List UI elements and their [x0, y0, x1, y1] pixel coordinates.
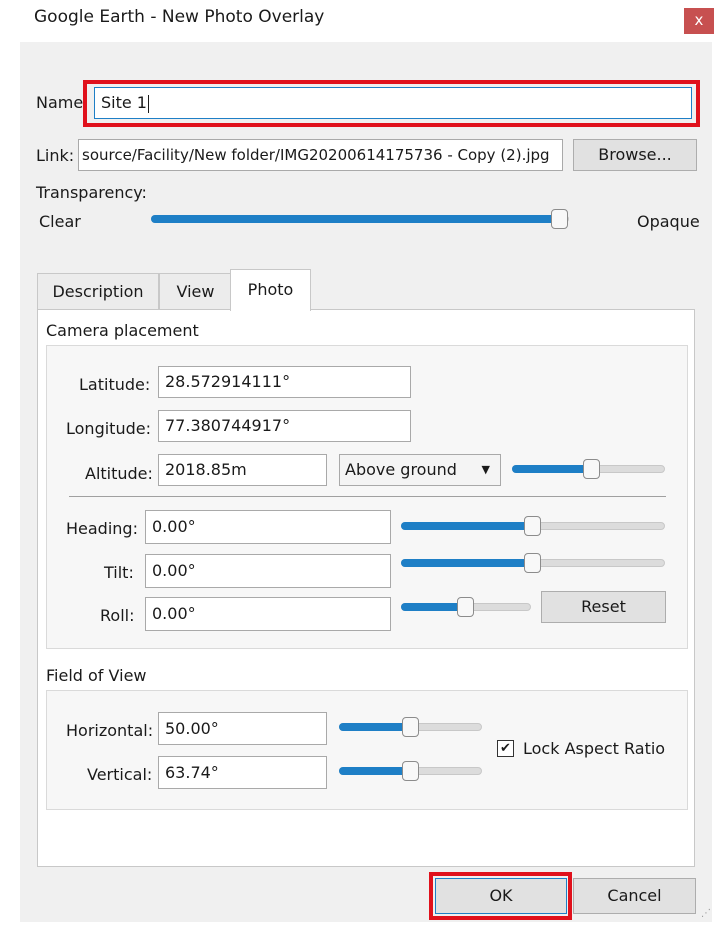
heading-slider[interactable] [401, 516, 665, 536]
heading-label: Heading: [66, 519, 138, 538]
lock-aspect-label: Lock Aspect Ratio [523, 739, 666, 758]
horizontal-slider-thumb[interactable] [402, 717, 419, 737]
link-label: Link: [36, 146, 75, 165]
latitude-input[interactable]: 28.572914111° [158, 366, 411, 398]
chevron-down-icon: ▼ [481, 463, 490, 476]
altitude-mode-value: Above ground [345, 460, 457, 479]
vertical-input[interactable]: 63.74° [158, 756, 327, 789]
tilt-slider[interactable] [401, 553, 665, 573]
link-input-value: source/Facility/New folder/IMG2020061417… [82, 146, 550, 164]
browse-button[interactable]: Browse... [573, 139, 697, 171]
tilt-slider-thumb[interactable] [524, 553, 541, 573]
horizontal-slider-fill [339, 723, 410, 731]
horizontal-slider[interactable] [339, 717, 482, 737]
heading-slider-fill [401, 522, 532, 530]
altitude-mode-select[interactable]: Above ground ▼ [339, 454, 501, 486]
transparency-opaque-label: Opaque [637, 212, 700, 231]
cancel-button[interactable]: Cancel [573, 878, 696, 914]
altitude-slider-fill [512, 465, 591, 473]
close-icon: x [694, 11, 704, 29]
vertical-slider-thumb[interactable] [402, 761, 419, 781]
lock-aspect-checkbox[interactable]: ✔ [497, 740, 514, 757]
reset-button[interactable]: Reset [541, 591, 666, 623]
ok-highlight-box [429, 872, 572, 920]
name-label: Name: [36, 93, 89, 112]
camera-placement-heading: Camera placement [46, 321, 199, 340]
tilt-slider-fill [401, 559, 532, 567]
tab-photo[interactable]: Photo [230, 269, 311, 311]
heading-input[interactable]: 0.00° [145, 510, 391, 544]
link-input[interactable]: source/Facility/New folder/IMG2020061417… [78, 139, 563, 171]
window-title: Google Earth - New Photo Overlay [34, 7, 325, 27]
roll-label: Roll: [100, 606, 135, 625]
section-divider [69, 496, 666, 497]
horizontal-label: Horizontal: [66, 721, 154, 740]
resize-grip-icon[interactable]: ⋰ [701, 908, 711, 919]
close-button[interactable]: x [684, 8, 714, 34]
photo-overlay-dialog: Google Earth - New Photo Overlay x Name:… [20, 0, 714, 926]
vertical-label: Vertical: [87, 765, 153, 784]
transparency-slider-fill [151, 215, 559, 223]
roll-slider-fill [401, 603, 465, 611]
altitude-slider[interactable] [512, 459, 665, 479]
tilt-input[interactable]: 0.00° [145, 554, 391, 588]
transparency-label: Transparency: [36, 183, 147, 202]
transparency-clear-label: Clear [39, 212, 81, 231]
altitude-label: Altitude: [85, 464, 153, 483]
altitude-slider-thumb[interactable] [583, 459, 600, 479]
roll-slider[interactable] [401, 597, 531, 617]
field-of-view-heading: Field of View [46, 666, 147, 685]
vertical-slider-fill [339, 767, 410, 775]
camera-placement-group: Latitude: 28.572914111° Longitude: 77.38… [46, 345, 688, 649]
name-highlight-box [83, 80, 700, 127]
latitude-label: Latitude: [79, 375, 151, 394]
longitude-label: Longitude: [66, 419, 151, 438]
tilt-label: Tilt: [104, 563, 134, 582]
tab-description[interactable]: Description [37, 273, 159, 309]
title-bar: Google Earth - New Photo Overlay x [20, 0, 714, 42]
transparency-slider-thumb[interactable] [551, 209, 568, 229]
longitude-input[interactable]: 77.380744917° [158, 410, 411, 442]
horizontal-input[interactable]: 50.00° [158, 712, 327, 745]
heading-slider-thumb[interactable] [524, 516, 541, 536]
roll-slider-thumb[interactable] [457, 597, 474, 617]
checkmark-icon: ✔ [500, 741, 511, 756]
field-of-view-group: Horizontal: 50.00° Vertical: 63.74° ✔ Lo… [46, 690, 688, 810]
vertical-slider[interactable] [339, 761, 482, 781]
dialog-body: Name: Site 1 Link: source/Facility/New f… [20, 42, 712, 922]
photo-tab-panel: Camera placement Latitude: 28.572914111°… [37, 309, 695, 867]
roll-input[interactable]: 0.00° [145, 597, 391, 631]
altitude-input[interactable]: 2018.85m [158, 454, 327, 486]
transparency-slider[interactable] [151, 209, 569, 229]
tab-view[interactable]: View [159, 273, 232, 309]
